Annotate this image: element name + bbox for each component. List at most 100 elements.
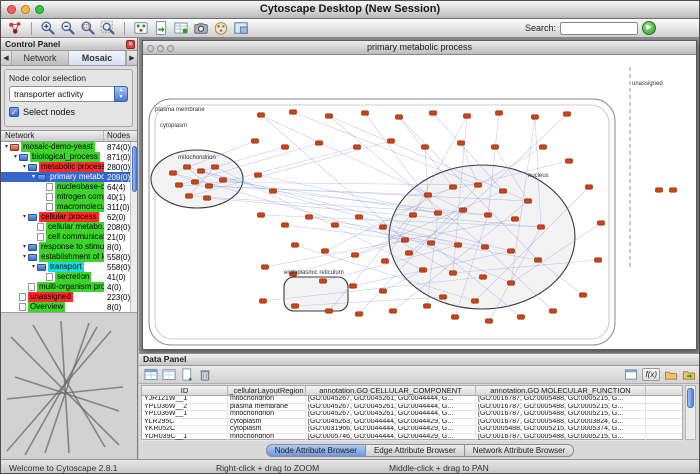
network-node[interactable] bbox=[550, 309, 557, 313]
tree-row[interactable]: multi-organism pro...4(0) bbox=[1, 282, 137, 292]
tree-scrollbar-thumb[interactable] bbox=[132, 146, 137, 192]
tab-network-attribute-browser[interactable]: Network Attribute Browser bbox=[465, 444, 574, 457]
network-node[interactable] bbox=[255, 173, 262, 177]
table-row[interactable]: YPL036W__2plasma membrane[GO:0045267, GO… bbox=[142, 404, 682, 412]
network-node[interactable] bbox=[518, 315, 525, 319]
select-nodes-checkbox[interactable]: ✓ bbox=[9, 107, 19, 117]
table-column-header[interactable]: annotation.GO CELLULAR_COMPONENT bbox=[306, 386, 476, 395]
network-node[interactable] bbox=[458, 141, 465, 145]
tree-row[interactable]: cellular metabo...208(0) bbox=[1, 222, 137, 232]
network-node[interactable] bbox=[290, 110, 297, 114]
table-row[interactable]: YKR052Ccytoplasm[GO:0031966, GO:0044444,… bbox=[142, 426, 682, 434]
tree-row[interactable]: unassigned223(0) bbox=[1, 292, 137, 302]
zoom-fit-icon[interactable] bbox=[100, 20, 116, 36]
network-node[interactable] bbox=[656, 188, 663, 192]
network-node[interactable] bbox=[430, 111, 437, 115]
network-node[interactable] bbox=[512, 217, 519, 221]
network-node[interactable] bbox=[440, 295, 447, 299]
tree-expander-icon[interactable]: ▾ bbox=[21, 162, 28, 172]
network-node[interactable] bbox=[282, 223, 289, 227]
network-node[interactable] bbox=[424, 304, 431, 308]
network-node[interactable] bbox=[452, 315, 459, 319]
tree-expander-icon[interactable]: ▾ bbox=[21, 212, 28, 222]
vizmapper-icon[interactable] bbox=[213, 20, 229, 36]
network-node[interactable] bbox=[270, 189, 277, 193]
import-network-file-icon[interactable] bbox=[153, 20, 169, 36]
tree-expander-icon[interactable]: ▾ bbox=[12, 152, 19, 162]
tree-row[interactable]: Overview8(0) bbox=[1, 302, 137, 312]
network-node[interactable] bbox=[450, 271, 457, 275]
network-node[interactable] bbox=[326, 309, 333, 313]
dropdown-arrows-icon[interactable]: ▲▼ bbox=[114, 86, 128, 102]
network-node[interactable] bbox=[538, 225, 545, 229]
network-node[interactable] bbox=[475, 183, 482, 187]
network-node[interactable] bbox=[500, 189, 507, 193]
network-node[interactable] bbox=[258, 113, 265, 117]
network-node[interactable] bbox=[425, 193, 432, 197]
table-column-header[interactable]: _cellularLayoutRegion bbox=[228, 386, 306, 395]
tab-network[interactable]: Network bbox=[12, 51, 69, 65]
network-node[interactable] bbox=[450, 185, 457, 189]
network-node[interactable] bbox=[292, 243, 299, 247]
table-scrollbar[interactable] bbox=[685, 385, 696, 440]
network-node[interactable] bbox=[380, 289, 387, 293]
network-node[interactable] bbox=[332, 223, 339, 227]
network-node[interactable] bbox=[486, 319, 493, 323]
network-window-titlebar[interactable]: primary metabolic process bbox=[143, 41, 696, 55]
tree-row[interactable]: nucleobase-c...64(4) bbox=[1, 182, 137, 192]
network-canvas[interactable]: plasma membrane cytoplasm mitochondrion … bbox=[143, 55, 696, 349]
network-node[interactable] bbox=[380, 225, 387, 229]
network-node[interactable] bbox=[566, 159, 573, 163]
load-attributes-icon[interactable] bbox=[682, 368, 696, 381]
tree-column-network[interactable]: Network bbox=[1, 131, 104, 141]
network-node[interactable] bbox=[176, 183, 183, 187]
table-row[interactable]: YPL036W__1mitochondrion[GO:0045267, GO:0… bbox=[142, 411, 682, 419]
network-node[interactable] bbox=[508, 281, 515, 285]
tree-row[interactable]: nitrogen compo...40(1) bbox=[1, 192, 137, 202]
network-node[interactable] bbox=[535, 258, 542, 262]
window-minimize-button[interactable] bbox=[21, 5, 30, 14]
unselect-attributes-icon[interactable] bbox=[162, 368, 176, 381]
network-node[interactable] bbox=[292, 304, 299, 308]
network-node[interactable] bbox=[564, 112, 571, 116]
network-node[interactable] bbox=[428, 241, 435, 245]
network-node[interactable] bbox=[206, 184, 213, 188]
inner-zoom-icon[interactable] bbox=[167, 45, 174, 52]
network-node[interactable] bbox=[320, 279, 327, 283]
node-color-dropdown[interactable]: transporter activity ▲▼ bbox=[9, 86, 128, 102]
network-node[interactable] bbox=[316, 141, 323, 145]
network-node[interactable] bbox=[598, 221, 605, 225]
tree-row[interactable]: ▾mosaic-demo-yeast874(0) bbox=[1, 142, 137, 152]
tab-scroll-right-icon[interactable]: ▶ bbox=[126, 51, 137, 65]
table-scrollbar-thumb[interactable] bbox=[687, 388, 694, 408]
camera-icon[interactable] bbox=[193, 20, 209, 36]
table-row[interactable]: YLR295Ccytoplasm[GO:0045263, GO:0044444,… bbox=[142, 419, 682, 427]
tree-row[interactable]: cell communicat...21(0) bbox=[1, 232, 137, 242]
tree-expander-icon[interactable]: ▾ bbox=[30, 172, 37, 182]
network-node[interactable] bbox=[410, 213, 417, 217]
tree-column-nodes[interactable]: Nodes bbox=[104, 131, 137, 141]
tree-row[interactable]: ▾transport558(0) bbox=[1, 262, 137, 272]
table-column-header[interactable]: ID bbox=[142, 386, 228, 395]
zoom-out-icon[interactable] bbox=[60, 20, 76, 36]
network-node[interactable] bbox=[252, 139, 259, 143]
network-node[interactable] bbox=[480, 275, 487, 279]
tree-row[interactable]: ▾cellular process62(0) bbox=[1, 212, 137, 222]
network-node[interactable] bbox=[390, 309, 397, 313]
tab-edge-attribute-browser[interactable]: Edge Attribute Browser bbox=[366, 444, 465, 457]
network-node[interactable] bbox=[532, 115, 539, 119]
inner-minimize-icon[interactable] bbox=[157, 45, 164, 52]
network-node[interactable] bbox=[482, 245, 489, 249]
network-node[interactable] bbox=[356, 215, 363, 219]
open-attributes-icon[interactable] bbox=[664, 368, 678, 381]
network-node[interactable] bbox=[540, 145, 547, 149]
network-node[interactable] bbox=[322, 249, 329, 253]
network-node[interactable] bbox=[420, 268, 427, 272]
tree-row[interactable]: secretion41(0) bbox=[1, 272, 137, 282]
tab-node-attribute-browser[interactable]: Node Attribute Browser bbox=[266, 444, 366, 457]
new-attribute-icon[interactable] bbox=[180, 368, 194, 381]
network-node[interactable] bbox=[525, 199, 532, 203]
tree-row[interactable]: ▾biological_process871(0) bbox=[1, 152, 137, 162]
tree-row[interactable]: ▾establishment of lo...558(0) bbox=[1, 252, 137, 262]
network-node[interactable] bbox=[282, 145, 289, 149]
